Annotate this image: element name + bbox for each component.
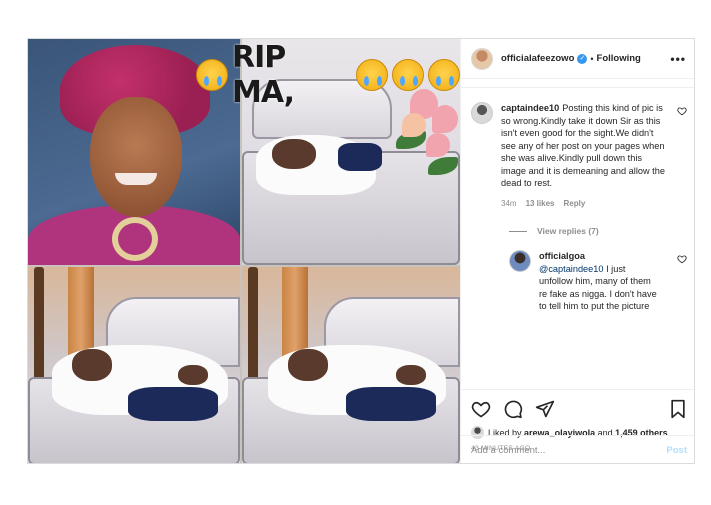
share-icon[interactable]: [535, 399, 555, 419]
view-replies-label: View replies (7): [537, 226, 599, 236]
header-separator: •: [590, 53, 594, 64]
banner-text: RIP MA,: [232, 40, 295, 110]
comment-input[interactable]: [471, 445, 667, 456]
divider: [509, 230, 527, 232]
verified-badge-icon: ✓: [577, 53, 588, 64]
comment-username[interactable]: captaindee10: [501, 103, 559, 113]
crying-emoji-icon: [196, 59, 228, 91]
following-button[interactable]: Following: [597, 53, 641, 64]
rip-banner: RIP MA,: [196, 40, 460, 110]
mention-link[interactable]: @captaindee10: [539, 264, 604, 274]
comment-icon[interactable]: [503, 399, 523, 419]
crying-emoji-icon: [392, 59, 424, 91]
post-header: officialafeezowo ✓ • Following •••: [461, 39, 694, 79]
reply-username[interactable]: officialgoa: [539, 251, 585, 261]
comment-item: captaindee10 Posting this kind of pic is …: [471, 102, 687, 210]
post-image[interactable]: RIP MA,: [28, 39, 460, 463]
add-comment-bar: Post: [461, 435, 694, 463]
divider: [461, 79, 694, 88]
view-replies-button[interactable]: View replies (7): [509, 226, 687, 236]
comment-meta: 34m 13 likes Reply: [501, 198, 669, 211]
avatar[interactable]: [471, 102, 493, 124]
instagram-post: RIP MA, officialafeezowo ✓ • Following •…: [27, 38, 695, 464]
comment-age: 34m: [501, 198, 517, 208]
crying-emoji-icon: [428, 59, 460, 91]
casket-tile-bottom-left: [28, 267, 240, 463]
header-username[interactable]: officialafeezowo: [501, 53, 574, 64]
avatar[interactable]: [509, 250, 531, 272]
crying-emoji-icon: [356, 59, 388, 91]
post-sidebar: officialafeezowo ✓ • Following ••• capta…: [460, 39, 694, 463]
reply-button[interactable]: Reply: [563, 198, 585, 211]
comment-likes[interactable]: 13 likes: [526, 198, 555, 211]
avatar[interactable]: [471, 47, 493, 70]
heart-icon[interactable]: [471, 399, 491, 419]
comments-list[interactable]: captaindee10 Posting this kind of pic is …: [461, 79, 694, 389]
comment-text: Posting this kind of pic is so wrong.Kin…: [501, 103, 665, 188]
comment-like-heart-icon[interactable]: [677, 106, 687, 116]
reply-like-heart-icon[interactable]: [677, 254, 687, 264]
bookmark-icon[interactable]: [669, 399, 687, 419]
casket-tile-bottom-right: [242, 267, 460, 463]
reply-item: officialgoa @captaindee10 I just unfollo…: [509, 250, 687, 313]
more-options-icon[interactable]: •••: [670, 52, 686, 66]
post-comment-button[interactable]: Post: [666, 445, 687, 456]
